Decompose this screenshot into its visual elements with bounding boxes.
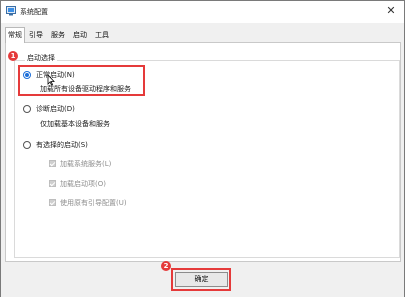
step-badge-2: 2 — [161, 261, 171, 271]
use-original-boot-config-label: 使用原有引导配置(U) — [60, 199, 127, 207]
load-system-services-checkbox[interactable] — [49, 160, 56, 167]
mouse-cursor-icon — [47, 74, 55, 86]
ok-button-highlight — [171, 268, 231, 291]
close-button[interactable]: ✕ — [384, 4, 398, 18]
window-title: 系统配置 — [20, 8, 48, 16]
normal-startup-highlight — [18, 65, 145, 96]
tab-boot[interactable]: 引导 — [26, 28, 46, 43]
diagnostic-startup-description: 仅加载基本设备和服务 — [40, 120, 110, 128]
system-config-window: 系统配置 ✕ 常规 引导 服务 启动 工具 启动选择 正常启动(N) 加载所有设… — [0, 0, 405, 297]
app-icon — [6, 6, 16, 16]
title-bar: 系统配置 ✕ — [1, 1, 404, 23]
tab-services[interactable]: 服务 — [48, 28, 68, 43]
load-startup-items-label: 加载启动项(O) — [60, 180, 106, 188]
tab-startup[interactable]: 启动 — [70, 28, 90, 43]
use-original-boot-config-checkbox[interactable] — [49, 199, 56, 206]
startup-selection-title: 启动选择 — [25, 53, 57, 63]
diagnostic-startup-radio[interactable] — [23, 105, 31, 113]
selective-startup-label[interactable]: 有选择的启动(S) — [36, 140, 88, 150]
tab-tools[interactable]: 工具 — [92, 28, 112, 43]
selective-startup-radio[interactable] — [23, 141, 31, 149]
tab-general[interactable]: 常规 — [5, 27, 25, 43]
load-startup-items-checkbox[interactable] — [49, 180, 56, 187]
step-badge-1: 1 — [8, 51, 18, 61]
diagnostic-startup-label[interactable]: 诊断启动(D) — [36, 104, 75, 114]
load-system-services-label: 加载系统服务(L) — [60, 160, 112, 168]
